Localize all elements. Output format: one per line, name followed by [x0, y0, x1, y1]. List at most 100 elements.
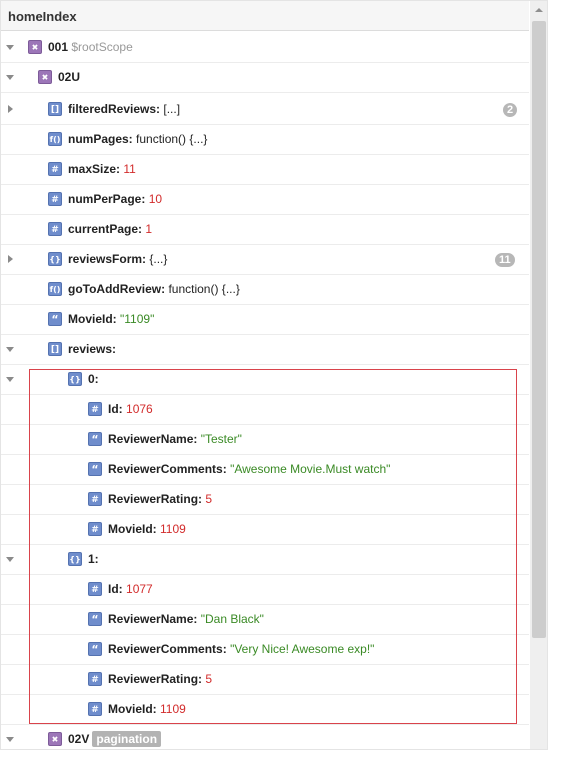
number-icon: #: [88, 702, 102, 716]
string-icon: “: [88, 642, 102, 656]
property-value: 1109: [160, 522, 186, 536]
property-row-currentpage[interactable]: # currentPage: 1: [1, 215, 529, 245]
property-value: 11: [123, 162, 136, 176]
scope-row-02u[interactable]: ✖ 02U: [1, 63, 529, 93]
panel-header: homeIndex: [1, 1, 529, 31]
scope-row-rootscope[interactable]: ✖ 001 $rootScope: [1, 33, 529, 63]
property-key: numPerPage:: [68, 192, 146, 206]
array-icon: []: [48, 102, 62, 116]
vertical-scrollbar[interactable]: [530, 1, 547, 749]
property-value: [...]: [163, 102, 181, 116]
property-row-movieid[interactable]: # MovieId: 1109: [1, 695, 529, 725]
expand-arrow-icon[interactable]: [5, 105, 15, 115]
collapse-arrow-icon[interactable]: [5, 735, 15, 745]
scope-id: 02U: [58, 70, 81, 84]
expand-arrow-icon[interactable]: [5, 255, 15, 265]
property-row-id[interactable]: # Id: 1076: [1, 395, 529, 425]
property-row-reviewername[interactable]: “ ReviewerName: "Dan Black": [1, 605, 529, 635]
scope-icon: ✖: [28, 40, 42, 54]
scroll-thumb[interactable]: [532, 21, 546, 638]
property-value: function() {...}: [168, 282, 240, 296]
collapse-arrow-icon[interactable]: [5, 73, 15, 83]
property-row-movieid[interactable]: “ MovieId: "1109": [1, 305, 529, 335]
count-badge: 11: [495, 253, 515, 267]
property-value: 5: [205, 492, 213, 506]
property-key: Id:: [108, 402, 123, 416]
function-icon: f(): [48, 132, 62, 146]
number-icon: #: [48, 162, 62, 176]
scope-id: 02V: [68, 732, 90, 746]
property-value: "Awesome Movie.Must watch": [230, 462, 391, 476]
function-icon: f(): [48, 282, 62, 296]
property-row-numpages[interactable]: f() numPages: function() {...}: [1, 125, 529, 155]
number-icon: #: [88, 582, 102, 596]
collapse-arrow-icon[interactable]: [5, 345, 15, 355]
property-key: reviews:: [68, 342, 117, 356]
string-icon: “: [88, 432, 102, 446]
string-icon: “: [88, 462, 102, 476]
property-row-maxsize[interactable]: # maxSize: 11: [1, 155, 529, 185]
property-key: MovieId:: [108, 702, 157, 716]
property-key: ReviewerRating:: [108, 492, 203, 506]
property-value: {...}: [149, 252, 168, 266]
property-row-reviewercomments[interactable]: “ ReviewerComments: "Awesome Movie.Must …: [1, 455, 529, 485]
object-icon: {}: [68, 552, 82, 566]
number-icon: #: [48, 192, 62, 206]
property-key: ReviewerName:: [108, 612, 198, 626]
number-icon: #: [88, 492, 102, 506]
collapse-arrow-icon[interactable]: [5, 555, 15, 565]
property-key: goToAddReview:: [68, 282, 166, 296]
property-key: ReviewerName:: [108, 432, 198, 446]
property-row-reviewerrating[interactable]: # ReviewerRating: 5: [1, 485, 529, 515]
property-key: reviewsForm:: [68, 252, 147, 266]
property-key: currentPage:: [68, 222, 143, 236]
property-value: 1077: [126, 582, 153, 596]
property-row-reviewsform[interactable]: {} reviewsForm: {...} 11: [1, 245, 529, 275]
property-key: ReviewerComments:: [108, 642, 227, 656]
property-key: MovieId:: [108, 522, 157, 536]
collapse-arrow-icon[interactable]: [5, 375, 15, 385]
property-key: numPages:: [68, 132, 133, 146]
property-value: "Very Nice! Awesome exp!": [230, 642, 375, 656]
string-icon: “: [88, 612, 102, 626]
count-badge: 2: [503, 103, 518, 117]
property-key: MovieId:: [68, 312, 117, 326]
property-value: 1: [145, 222, 153, 236]
number-icon: #: [88, 402, 102, 416]
scope-row-02v[interactable]: ✖ 02V pagination: [1, 725, 529, 749]
property-row-numperpage[interactable]: # numPerPage: 10: [1, 185, 529, 215]
scope-name: $rootScope: [71, 40, 133, 54]
property-key: 0:: [88, 372, 99, 386]
property-row-reviews[interactable]: [] reviews:: [1, 335, 529, 365]
scroll-up-arrow-icon[interactable]: [530, 1, 547, 19]
property-key: ReviewerRating:: [108, 672, 203, 686]
property-row-filteredreviews[interactable]: [] filteredReviews: [...] 2: [1, 95, 529, 125]
property-value: 1076: [126, 402, 153, 416]
array-item-row-1[interactable]: {} 1:: [1, 545, 529, 575]
property-row-reviewerrating[interactable]: # ReviewerRating: 5: [1, 665, 529, 695]
object-icon: {}: [48, 252, 62, 266]
property-row-id[interactable]: # Id: 1077: [1, 575, 529, 605]
array-icon: []: [48, 342, 62, 356]
property-value: "Tester": [200, 432, 242, 446]
scope-icon: ✖: [48, 732, 62, 746]
property-row-reviewercomments[interactable]: “ ReviewerComments: "Very Nice! Awesome …: [1, 635, 529, 665]
property-value: 1109: [160, 702, 186, 716]
property-value: "Dan Black": [200, 612, 264, 626]
array-item-row-0[interactable]: {} 0:: [1, 365, 529, 395]
scope-id: 001: [48, 40, 69, 54]
property-row-reviewername[interactable]: “ ReviewerName: "Tester": [1, 425, 529, 455]
panel-title: homeIndex: [8, 9, 77, 24]
property-key: filteredReviews:: [68, 102, 161, 116]
property-value: "1109": [120, 312, 155, 326]
string-icon: “: [48, 312, 62, 326]
property-value: 10: [148, 192, 163, 206]
number-icon: #: [88, 672, 102, 686]
property-row-gotoaddreview[interactable]: f() goToAddReview: function() {...}: [1, 275, 529, 305]
property-row-movieid[interactable]: # MovieId: 1109: [1, 515, 529, 545]
property-key: ReviewerComments:: [108, 462, 227, 476]
property-key: Id:: [108, 582, 123, 596]
collapse-arrow-icon[interactable]: [5, 43, 15, 53]
scope-icon: ✖: [38, 70, 52, 84]
property-key: 1:: [88, 552, 99, 566]
